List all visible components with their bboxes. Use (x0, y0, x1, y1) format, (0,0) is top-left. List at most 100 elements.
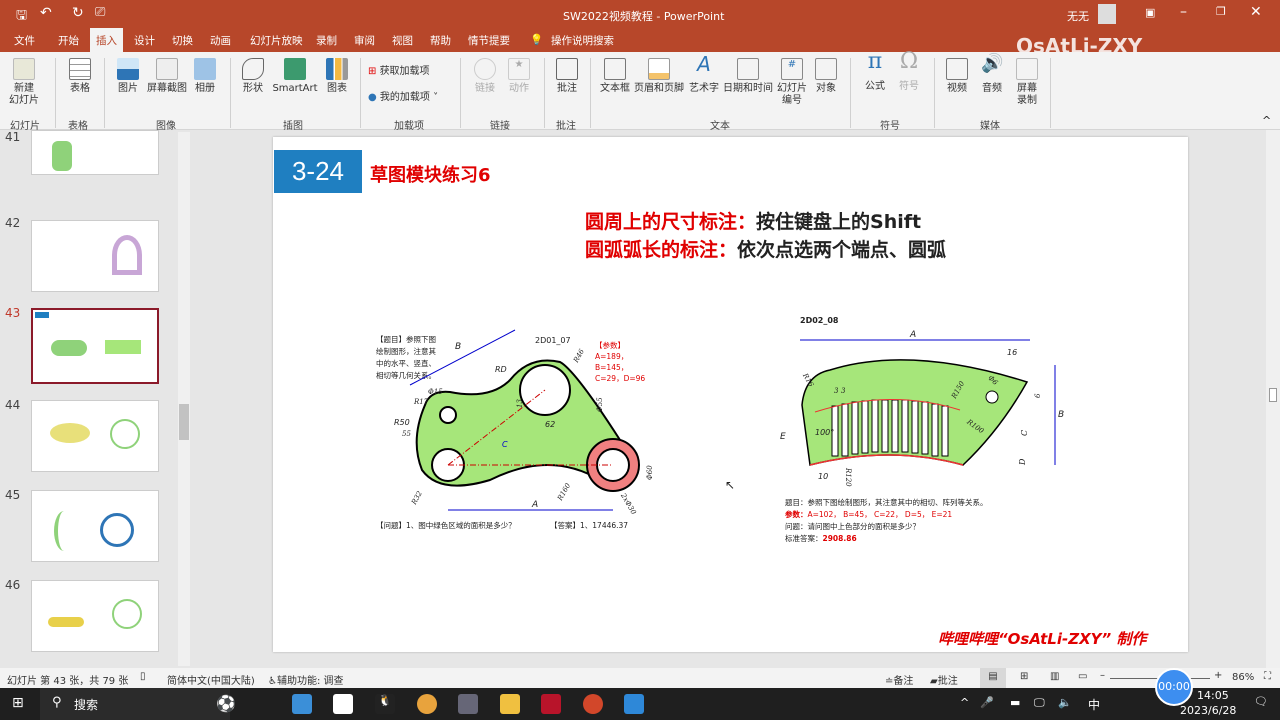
wordart-button[interactable]: A 艺术字 (686, 54, 722, 95)
restore-button[interactable]: ❐ (1216, 5, 1226, 18)
tab-view[interactable]: 视图 (392, 33, 413, 48)
calendar-icon (737, 58, 759, 80)
slide-thumbnail[interactable] (31, 580, 159, 652)
collapse-ribbon-icon[interactable]: ^ (1262, 114, 1271, 127)
tab-file[interactable]: 文件 (14, 33, 35, 48)
tray-chevron-icon[interactable]: ^ (960, 696, 969, 709)
picture-button[interactable]: 图片 (110, 58, 146, 95)
comment-button[interactable]: 批注 (552, 58, 582, 95)
equation-button[interactable]: π 公式 (860, 51, 890, 93)
chart-button[interactable]: 图表 (322, 58, 352, 95)
tab-record[interactable]: 录制 (316, 33, 337, 48)
spellcheck-icon[interactable]: ▯ (140, 671, 146, 682)
action-button[interactable]: ★ 动作 (504, 58, 534, 95)
ime-indicator[interactable]: 中 (1088, 696, 1100, 713)
browser-icon[interactable] (417, 694, 437, 714)
shapes-button[interactable]: 形状 (238, 58, 268, 95)
clock-date[interactable]: 2023/6/28 (1180, 704, 1236, 717)
slide-sorter-button[interactable]: ⊞ (1020, 671, 1028, 682)
tab-design[interactable]: 设计 (134, 33, 155, 48)
clock-time[interactable]: 14:05 (1197, 689, 1229, 702)
slide-number-button[interactable]: # 幻灯片 编号 (775, 58, 809, 107)
table-button[interactable]: 表格 (62, 58, 98, 95)
comments-button[interactable]: ▰批注 (930, 672, 958, 687)
normal-view-button[interactable]: ▤ (980, 668, 1006, 688)
slide-thumbnail[interactable] (31, 220, 159, 292)
tab-storyboard[interactable]: 情节提要 (468, 33, 510, 48)
slide-canvas[interactable]: 3-24 草图模块练习6 圆周上的尺寸标注：按住键盘上的Shift 圆弧弧长的标… (273, 137, 1188, 652)
calculator-icon[interactable] (458, 694, 478, 714)
notes-button[interactable]: ≐备注 (885, 672, 913, 687)
baidu-netdisk-icon[interactable] (333, 694, 353, 714)
audio-button[interactable]: 🔊 音频 (977, 55, 1007, 95)
tell-me-search[interactable]: 操作说明搜索 (551, 33, 614, 48)
tab-transitions[interactable]: 切换 (172, 33, 193, 48)
search-box[interactable]: ⚲ 搜索 ⚽ (40, 688, 236, 720)
language-indicator[interactable]: 简体中文(中国大陆) (167, 672, 255, 687)
avatar[interactable] (1098, 4, 1116, 24)
answer: 【答案】1、17446.37 (550, 521, 629, 530)
recording-timer[interactable]: 00:00 (1155, 668, 1193, 706)
present-icon[interactable]: ⎚ (95, 5, 105, 20)
file-explorer-icon[interactable] (500, 694, 520, 714)
slideshow-button[interactable]: ▭ (1078, 671, 1087, 682)
powerpoint-icon[interactable] (583, 694, 603, 714)
screenshot-button[interactable]: 屏幕截图 (144, 58, 190, 95)
photos-icon[interactable] (624, 694, 644, 714)
battery-icon[interactable]: ▬ (1010, 696, 1020, 709)
slide-scrollbar[interactable] (1266, 130, 1280, 668)
object-button[interactable]: 对象 (812, 58, 840, 95)
link-button[interactable]: 链接 (470, 58, 500, 95)
tab-animations[interactable]: 动画 (210, 33, 231, 48)
window-title: SW2022视频教程 - PowerPoint (563, 10, 725, 23)
tab-insert[interactable]: 插入 (90, 28, 123, 52)
fit-slide-icon[interactable]: ⛶ (1264, 671, 1271, 682)
solidworks-icon[interactable] (541, 694, 561, 714)
qq-icon[interactable]: 🐧 (375, 694, 395, 714)
scrollbar-thumb[interactable] (1269, 388, 1277, 402)
album-button[interactable]: 相册 (190, 58, 220, 95)
ribbon-display-icon[interactable]: ▣ (1145, 6, 1155, 19)
divider (850, 58, 851, 128)
windows-start-icon[interactable]: ⊞ (12, 695, 24, 711)
zoom-out-button[interactable]: – (1100, 670, 1105, 681)
tab-help[interactable]: 帮助 (430, 33, 451, 48)
task-view-icon[interactable] (292, 694, 312, 714)
slide-number: 45 (5, 488, 21, 502)
thumbnails-scrollbar[interactable] (178, 132, 190, 666)
save-icon[interactable]: 🖫 (16, 6, 27, 28)
my-addins-button[interactable]: ● 我的加载项 ˅ (368, 92, 438, 104)
zoom-in-button[interactable]: + (1214, 670, 1222, 681)
tab-review[interactable]: 审阅 (354, 33, 375, 48)
slide-thumbnail[interactable] (31, 490, 159, 562)
get-addins-button[interactable]: ⊞ 获取加载项 (368, 66, 430, 78)
close-button[interactable]: ✕ (1250, 4, 1262, 20)
scrollbar-thumb[interactable] (179, 404, 189, 440)
redo-icon[interactable]: ↻ (72, 5, 84, 21)
video-button[interactable]: 视频 (942, 58, 972, 95)
network-icon[interactable]: 🖵 (1034, 696, 1045, 710)
label: 屏幕 录制 (1017, 83, 1037, 106)
tab-home[interactable]: 开始 (58, 33, 79, 48)
textbox-button[interactable]: 文本框 (597, 58, 633, 95)
slide-thumbnail-selected[interactable] (31, 308, 159, 384)
volume-icon[interactable]: 🔈 (1058, 696, 1072, 709)
ribbon-tabs: 文件 开始 插入 设计 切换 动画 幻灯片放映 录制 审阅 视图 帮助 情节提要… (0, 28, 1280, 58)
new-slide-button[interactable]: 新建 幻灯片 (6, 58, 42, 107)
slide-thumbnail[interactable] (31, 400, 159, 472)
header-footer-button[interactable]: 页眉和页脚 (633, 58, 685, 95)
smartart-button[interactable]: SmartArt (270, 58, 320, 95)
zoom-level[interactable]: 86% (1232, 672, 1254, 683)
label: 动作 (509, 83, 529, 94)
undo-icon[interactable]: ↶ (40, 5, 52, 21)
reading-view-button[interactable]: ▥ (1050, 671, 1059, 682)
accessibility-status[interactable]: ♿辅助功能: 调查 (268, 672, 344, 687)
datetime-button[interactable]: 日期和时间 (722, 58, 774, 95)
tab-slideshow[interactable]: 幻灯片放映 (250, 33, 303, 48)
slide-thumbnail[interactable] (31, 130, 159, 175)
minimize-button[interactable]: – (1180, 4, 1187, 20)
microphone-icon[interactable]: 🎤 (980, 696, 994, 709)
symbol-button[interactable]: Ω 符号 (894, 51, 924, 93)
screen-record-button[interactable]: 屏幕 录制 (1012, 58, 1042, 107)
notifications-icon[interactable]: 🗨 (1254, 695, 1268, 708)
